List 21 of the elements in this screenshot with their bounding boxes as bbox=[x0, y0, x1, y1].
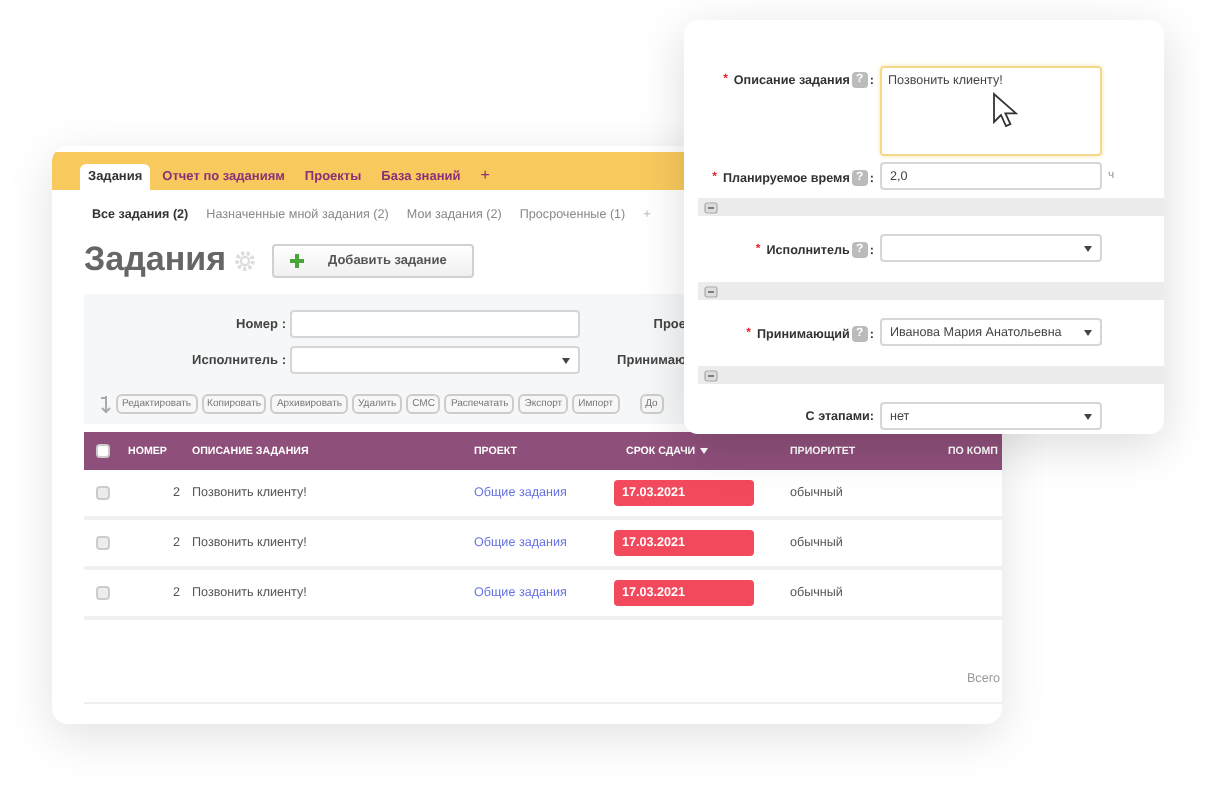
collapse-icon[interactable] bbox=[704, 201, 718, 213]
dropdown-caret-icon bbox=[1084, 245, 1092, 251]
select-field[interactable] bbox=[290, 346, 580, 374]
row-checkbox[interactable] bbox=[96, 486, 110, 500]
dropdown-caret-icon bbox=[562, 357, 570, 363]
row-checkbox[interactable] bbox=[96, 536, 110, 550]
add-tab-button[interactable]: + bbox=[472, 166, 498, 190]
dropdown-caret-icon bbox=[1084, 413, 1092, 419]
row-checkbox[interactable] bbox=[96, 586, 110, 600]
sort-icon[interactable] bbox=[100, 395, 112, 413]
cursor-icon bbox=[992, 92, 1018, 128]
plus-icon bbox=[290, 253, 304, 267]
select-all-checkbox[interactable] bbox=[96, 444, 110, 458]
select-field[interactable] bbox=[880, 234, 1102, 262]
text-input[interactable] bbox=[290, 310, 580, 338]
dropdown-caret-icon bbox=[1084, 329, 1092, 335]
collapse-icon[interactable] bbox=[704, 369, 718, 381]
settings-icon[interactable] bbox=[234, 249, 256, 271]
page-title: Задания bbox=[84, 240, 226, 280]
collapse-icon[interactable] bbox=[704, 285, 718, 297]
sort-caret-icon bbox=[699, 448, 708, 454]
